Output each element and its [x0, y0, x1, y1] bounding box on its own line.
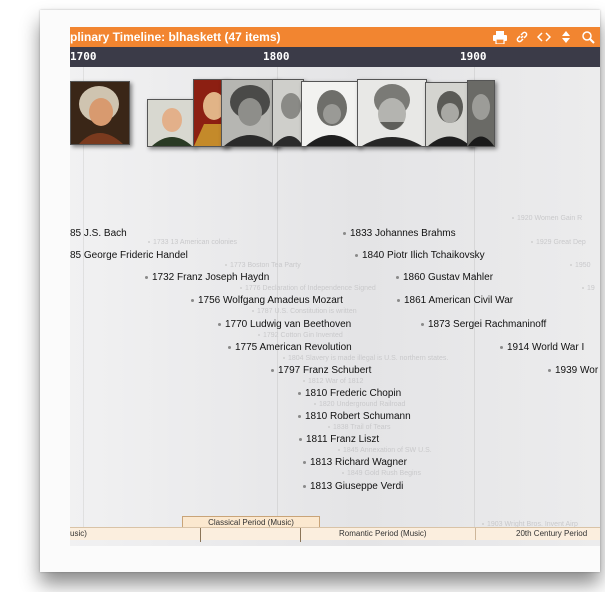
event-underground-railroad[interactable]: 1820 Underground Railroad	[314, 401, 405, 408]
event-constitution[interactable]: 1787 U.S. Constitution is written	[252, 308, 357, 315]
event-bullet	[258, 334, 260, 337]
event-bullet	[548, 368, 551, 372]
event-bullet	[500, 345, 503, 349]
portrait-schubert[interactable]	[272, 79, 304, 147]
period-divider	[300, 528, 301, 542]
scroll-vertical-icon[interactable]	[558, 29, 574, 45]
event-bullet	[298, 391, 301, 395]
event-gold-rush[interactable]: 1849 Gold Rush Begins	[342, 470, 421, 477]
event-bullet	[303, 460, 306, 464]
event-declaration[interactable]: 1776 Declaration of Independence Signed	[240, 285, 376, 292]
event-bullet	[582, 287, 584, 290]
event-american-revolution[interactable]: 1775 American Revolution	[228, 342, 352, 353]
event-bullet	[314, 403, 316, 406]
scroll-horizontal-icon[interactable]	[536, 29, 552, 45]
event-bullet	[225, 264, 227, 267]
event-bullet	[303, 380, 305, 383]
event-women-gain-rights[interactable]: 1920 Women Gain R	[512, 215, 582, 222]
scale-tick-1900: 1900	[460, 50, 487, 63]
portrait-tchaikovsky[interactable]	[357, 79, 427, 147]
period-20th-century[interactable]: 20th Century Period	[475, 528, 600, 540]
event-cotton-gin[interactable]: 1792 Cotton Gin Invented	[258, 332, 343, 339]
event-bullet	[531, 241, 533, 244]
event-bullet	[299, 437, 302, 441]
event-1950[interactable]: 1950	[570, 262, 591, 269]
period-divider	[200, 528, 201, 542]
event-bullet	[148, 241, 150, 244]
event-bullet	[145, 275, 148, 279]
period-band: usic) Romantic Period (Music) 20th Centu…	[70, 527, 600, 540]
printer-icon[interactable]	[492, 29, 508, 45]
event-trail-of-tears[interactable]: 1838 Trail of Tears	[328, 424, 390, 431]
event-chopin[interactable]: 1810 Frederic Chopin	[298, 388, 401, 399]
event-schubert[interactable]: 1797 Franz Schubert	[271, 365, 371, 376]
event-boston-tea-party[interactable]: 1773 Boston Tea Party	[225, 262, 301, 269]
event-bach[interactable]: 85 J.S. Bach	[70, 228, 127, 239]
event-brahms[interactable]: 1833 Johannes Brahms	[343, 228, 456, 239]
portrait-rachmaninoff[interactable]	[467, 80, 495, 147]
event-bullet	[338, 449, 340, 452]
event-haydn[interactable]: 1732 Franz Joseph Haydn	[145, 272, 269, 283]
event-wagner[interactable]: 1813 Richard Wagner	[303, 457, 407, 468]
event-tchaikovsky[interactable]: 1840 Piotr Ilich Tchaikovsky	[355, 250, 485, 261]
event-bullet	[512, 217, 514, 220]
event-handel[interactable]: 85 George Frideric Handel	[70, 250, 188, 261]
event-great-depression[interactable]: 1929 Great Dep	[531, 239, 586, 246]
event-bullet	[191, 298, 194, 302]
portrait-haydn[interactable]	[147, 99, 195, 147]
scale-tick-1800: 1800	[263, 50, 290, 63]
event-bullet	[218, 322, 221, 326]
event-civil-war[interactable]: 1861 American Civil War	[397, 295, 513, 306]
scale-tick-1700: 1700	[70, 50, 97, 63]
timeline-title: plinary Timeline: blhaskett (47 items)	[70, 30, 281, 44]
zoom-icon[interactable]	[580, 29, 596, 45]
event-bullet	[342, 472, 344, 475]
event-bullet	[396, 275, 399, 279]
portrait-beethoven[interactable]	[221, 79, 279, 147]
event-world-war-1[interactable]: 1914 World War I	[500, 342, 584, 353]
event-slavery-illegal[interactable]: 1804 Slavery is made illegal is U.S. nor…	[283, 355, 448, 362]
event-19xx[interactable]: 19	[582, 285, 595, 292]
event-bullet	[355, 253, 358, 257]
portrait-handel[interactable]	[70, 81, 130, 145]
event-bullet	[240, 287, 242, 290]
event-bullet	[252, 310, 254, 313]
event-bullet	[303, 484, 306, 488]
event-verdi[interactable]: 1813 Giuseppe Verdi	[303, 481, 403, 492]
timeline-widget[interactable]: plinary Timeline: blhaskett (47 items) 1…	[70, 27, 600, 546]
event-bullet	[271, 368, 274, 372]
event-bullet	[328, 426, 330, 429]
event-bullet	[298, 414, 301, 418]
event-bullet	[228, 345, 231, 349]
event-annexation[interactable]: 1845 Annexation of SW U.S.	[338, 447, 432, 454]
link-icon[interactable]	[514, 29, 530, 45]
event-beethoven[interactable]: 1770 Ludwig van Beethoven	[218, 319, 351, 330]
timeline-title-bar: plinary Timeline: blhaskett (47 items)	[70, 27, 600, 47]
event-world-war-2[interactable]: 1939 Wor	[548, 365, 598, 376]
event-rachmaninoff[interactable]: 1873 Sergei Rachmaninoff	[421, 319, 546, 330]
period-baroque[interactable]: usic)	[70, 528, 200, 540]
time-scale: 1700 1800 1900	[70, 47, 600, 67]
event-13-colonies[interactable]: 1733 13 American colonies	[148, 239, 237, 246]
event-bullet	[570, 264, 572, 267]
portrait-brahms[interactable]	[301, 81, 361, 147]
portrait-mahler[interactable]	[425, 82, 473, 147]
event-liszt[interactable]: 1811 Franz Liszt	[299, 434, 379, 445]
event-bullet	[482, 523, 484, 526]
toolbar	[492, 27, 600, 47]
event-bullet	[283, 357, 285, 360]
event-bullet	[421, 322, 424, 326]
event-bullet	[397, 298, 400, 302]
event-war-of-1812[interactable]: 1812 War of 1812	[303, 378, 363, 385]
event-mozart[interactable]: 1756 Wolfgang Amadeus Mozart	[191, 295, 343, 306]
event-mahler[interactable]: 1860 Gustav Mahler	[396, 272, 493, 283]
event-bullet	[343, 231, 346, 235]
event-schumann[interactable]: 1810 Robert Schumann	[298, 411, 411, 422]
